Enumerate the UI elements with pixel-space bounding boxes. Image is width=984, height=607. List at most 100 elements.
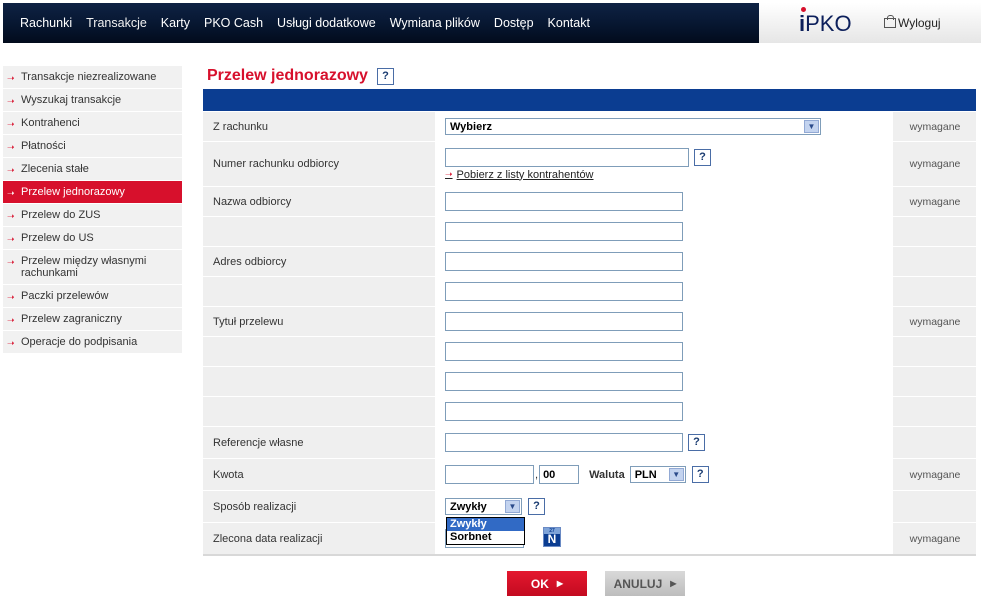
own-reference-input[interactable] [445, 433, 683, 452]
nav-kontakt[interactable]: Kontakt [548, 16, 590, 30]
required-note: wymagane [909, 468, 961, 481]
lock-icon [884, 15, 896, 28]
arrow-right-icon: ▶ [670, 579, 677, 588]
recipient-address-input-1[interactable] [445, 252, 683, 271]
cancel-button[interactable]: ANULUJ ▶ [605, 571, 685, 596]
sidebar-item-przelew-zagraniczny[interactable]: ➝ Przelew zagraniczny [3, 308, 182, 331]
sidebar-item-transakcje-niezrealizowane[interactable]: ➝ Transakcje niezrealizowane [3, 66, 182, 89]
arrow-right-icon: ➝ [7, 119, 15, 129]
transfer-title-label: Tytuł przelewu [213, 315, 284, 328]
transfer-title-input-4[interactable] [445, 402, 683, 421]
ok-button[interactable]: OK ▶ [507, 571, 587, 596]
brand-area: iPKO Wyloguj [759, 3, 981, 43]
sidebar-item-platnosci[interactable]: ➝ Płatności [3, 135, 182, 158]
sidebar-item-operacje-do-podpisania[interactable]: ➝ Operacje do podpisania [3, 331, 182, 354]
arrow-right-icon: ➝ [7, 188, 15, 198]
from-account-select[interactable]: Wybierz ▼ [445, 118, 821, 135]
currency-select[interactable]: PLN ▼ [629, 466, 686, 483]
main-menu: Rachunki Transakcje Karty PKO Cash Usług… [20, 3, 604, 43]
row-recipient-name-1: Nazwa odbiorcy wymagane [203, 186, 976, 216]
row-transfer-title-3 [203, 366, 976, 396]
account-number-label: Numer rachunku odbiorcy [213, 158, 339, 170]
required-note: wymagane [909, 158, 961, 170]
logout-button[interactable]: Wyloguj [884, 15, 941, 30]
recipient-name-input-2[interactable] [445, 222, 683, 241]
row-date: Zlecona data realizacji wymagane [203, 522, 976, 554]
recipient-name-label: Nazwa odbiorcy [213, 195, 292, 208]
amount-cents-input[interactable] [539, 465, 580, 484]
sidebar-item-zlecenia-stale[interactable]: ➝ Zlecenia stałe [3, 158, 182, 181]
transfer-title-input-3[interactable] [445, 372, 683, 391]
from-account-label: Z rachunku [213, 120, 269, 133]
nav-uslugi-dodatkowe[interactable]: Usługi dodatkowe [277, 16, 376, 30]
amount-label: Kwota [213, 468, 244, 481]
transfer-form: Z rachunku Wybierz ▼ wymagane Numer rach… [203, 111, 976, 556]
page-title: Przelew jednorazowy ? [207, 67, 394, 85]
row-recipient-name-2 [203, 216, 976, 246]
help-icon[interactable]: ? [691, 466, 709, 483]
nav-wymiana-plikow[interactable]: Wymiana plików [390, 16, 480, 30]
arrow-right-icon: ➝ [7, 142, 15, 152]
method-option-sorbnet[interactable]: Sorbnet [447, 531, 524, 544]
sidebar-item-przelew-jednorazowy[interactable]: ➝ Przelew jednorazowy [3, 181, 182, 204]
sidebar-item-kontrahenci[interactable]: ➝ Kontrahenci [3, 112, 182, 135]
arrow-right-icon: ➝ [7, 257, 15, 267]
own-reference-label: Referencje własne [213, 436, 304, 449]
chevron-down-icon: ▼ [668, 468, 684, 481]
arrow-right-icon: ➝ [7, 211, 15, 221]
help-icon[interactable]: ? [528, 498, 545, 515]
row-from-account: Z rachunku Wybierz ▼ wymagane [203, 111, 976, 141]
sidebar: ➝ Transakcje niezrealizowane ➝ Wyszukaj tr… [3, 66, 182, 354]
help-icon[interactable]: ? [688, 434, 705, 451]
amount-whole-input[interactable] [445, 465, 534, 484]
required-note: wymagane [909, 120, 961, 133]
sidebar-item-przelew-do-us[interactable]: ➝ Przelew do US [3, 227, 182, 250]
sidebar-item-paczki-przelewow[interactable]: ➝ Paczki przelewów [3, 285, 182, 308]
logout-label: Wyloguj [898, 16, 941, 30]
chevron-down-icon: ▼ [804, 120, 819, 133]
calendar-icon[interactable]: 27 N [543, 527, 561, 547]
required-note: wymagane [909, 195, 961, 208]
row-transfer-title-4 [203, 396, 976, 426]
row-method: Sposób realizacji Zwykły ▼ ? [203, 490, 976, 522]
required-note: wymagane [909, 532, 961, 545]
row-amount: Kwota , Waluta PLN ▼ ? wymagane [203, 458, 976, 490]
ipko-logo: iPKO [799, 11, 852, 36]
required-note: wymagane [909, 315, 961, 328]
arrow-right-icon: ➝ [445, 169, 453, 179]
nav-transakcje[interactable]: Transakcje [86, 16, 147, 30]
method-label: Sposób realizacji [213, 500, 297, 513]
arrow-right-icon: ➝ [7, 292, 15, 302]
nav-dostep[interactable]: Dostęp [494, 16, 534, 30]
arrow-right-icon: ➝ [7, 165, 15, 175]
nav-pko-cash[interactable]: PKO Cash [204, 16, 263, 30]
date-label: Zlecona data realizacji [213, 532, 323, 545]
recipient-name-input-1[interactable] [445, 192, 683, 211]
chevron-down-icon: ▼ [505, 500, 520, 513]
row-recipient-address-1: Adres odbiorcy [203, 246, 976, 276]
method-dropdown-list: Zwykły Sorbnet [446, 517, 525, 545]
help-icon[interactable]: ? [694, 148, 711, 166]
currency-label: Waluta [589, 468, 625, 481]
recipient-address-input-2[interactable] [445, 282, 683, 301]
arrow-right-icon: ➝ [7, 315, 15, 325]
account-number-input[interactable] [445, 147, 689, 167]
sidebar-item-przelew-do-zus[interactable]: ➝ Przelew do ZUS [3, 204, 182, 227]
method-option-zwykly[interactable]: Zwykły [447, 518, 524, 531]
row-transfer-title-1: Tytuł przelewu wymagane [203, 306, 976, 336]
method-select[interactable]: Zwykły ▼ [445, 498, 522, 515]
nav-karty[interactable]: Karty [161, 16, 190, 30]
form-header-bar [203, 89, 976, 111]
transfer-title-input-2[interactable] [445, 342, 683, 361]
arrow-right-icon: ➝ [7, 73, 15, 83]
pick-from-contractors-link[interactable]: ➝ Pobierz z listy kontrahentów [445, 169, 883, 181]
transfer-title-input-1[interactable] [445, 312, 683, 331]
help-icon[interactable]: ? [376, 67, 394, 85]
arrow-right-icon: ▶ [556, 579, 564, 588]
nav-rachunki[interactable]: Rachunki [20, 16, 72, 30]
sidebar-item-wyszukaj-transakcje[interactable]: ➝ Wyszukaj transakcje [3, 89, 182, 112]
row-recipient-address-2 [203, 276, 976, 306]
row-account-number: Numer rachunku odbiorcy ? ➝ Pobierz z li… [203, 141, 976, 186]
sidebar-item-przelew-miedzy-wlasnymi[interactable]: ➝ Przelew między własnymi rachunkami [3, 250, 182, 285]
row-own-reference: Referencje własne ? [203, 426, 976, 458]
